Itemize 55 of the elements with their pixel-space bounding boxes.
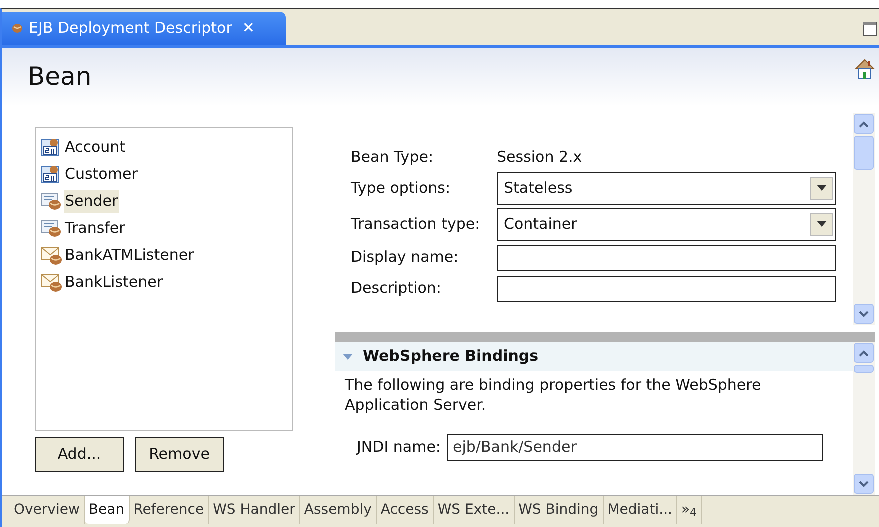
field-label: Display name: [351, 247, 460, 268]
scroll-down-button[interactable] [854, 474, 874, 494]
field-label: JNDI name: [357, 437, 441, 458]
collapse-arrow-icon [343, 352, 353, 362]
scroll-thumb[interactable] [854, 365, 874, 373]
bean-list-item[interactable]: Transfer [64, 217, 126, 240]
page-tab[interactable]: Bean [84, 496, 130, 524]
page-tab[interactable]: WS Exte... [434, 496, 515, 524]
home-icon[interactable] [855, 58, 875, 80]
bean-icon [12, 23, 23, 34]
page-tab[interactable]: Assembly [300, 496, 377, 524]
field-label: Bean Type: [351, 146, 434, 168]
scroll-down-button[interactable] [854, 304, 874, 324]
dropdown[interactable]: Stateless [497, 172, 836, 204]
editor-tab[interactable]: EJB Deployment Descriptor ✕ [2, 12, 286, 45]
chevron-up-icon [859, 350, 869, 356]
message-bean-icon [41, 246, 63, 266]
list-action-button[interactable]: Remove [135, 437, 224, 472]
field-value: Session 2.x [497, 146, 582, 168]
chevron-down-icon [859, 480, 869, 488]
bean-list-item[interactable]: Sender [64, 190, 120, 213]
page-tab[interactable]: »$_{4}$ [677, 496, 702, 524]
maximize-icon[interactable] [863, 22, 877, 36]
field-label: Description: [351, 278, 442, 300]
editor-tab-title: EJB Deployment Descriptor [29, 18, 232, 40]
scrollbar[interactable] [853, 113, 875, 325]
scroll-up-button[interactable] [854, 114, 874, 134]
page-title: Bean [28, 61, 92, 93]
section-header[interactable]: WebSphere Bindings [335, 342, 853, 371]
session-bean-icon [41, 218, 63, 238]
page-tab[interactable]: WS Handler [209, 496, 300, 524]
section-description: The following are binding properties for the WebSphere Application Server. [344, 375, 762, 415]
page-tab[interactable]: Reference [130, 496, 210, 524]
input-field[interactable] [497, 276, 836, 302]
bean-list-item[interactable]: BankATMListener [64, 244, 196, 267]
session-bean-icon [41, 192, 63, 212]
dropdown[interactable]: Container [497, 208, 836, 240]
scrollbar[interactable] [853, 342, 875, 495]
bean-list-item[interactable]: BankListener [64, 271, 164, 294]
input-field[interactable]: ejb/Bank/Sender [446, 434, 823, 461]
input-field[interactable] [497, 244, 836, 270]
scroll-up-button[interactable] [854, 343, 874, 363]
close-button[interactable]: ✕ [242, 17, 255, 40]
page-tab[interactable]: Mediati... [604, 496, 678, 524]
page-tab[interactable]: Access [376, 496, 434, 524]
field-label: Transaction type: [351, 214, 482, 235]
bean-list-item[interactable]: Account [64, 136, 127, 159]
chevron-up-icon [859, 120, 869, 128]
message-bean-icon [41, 272, 63, 292]
page-tab[interactable]: WS Binding [514, 496, 604, 524]
list-action-button[interactable]: Add... [35, 437, 124, 472]
chevron-down-icon [859, 310, 869, 318]
bean-list-item[interactable]: Customer [64, 163, 139, 186]
scroll-thumb[interactable] [854, 136, 874, 170]
field-label: Type options: [351, 178, 452, 199]
